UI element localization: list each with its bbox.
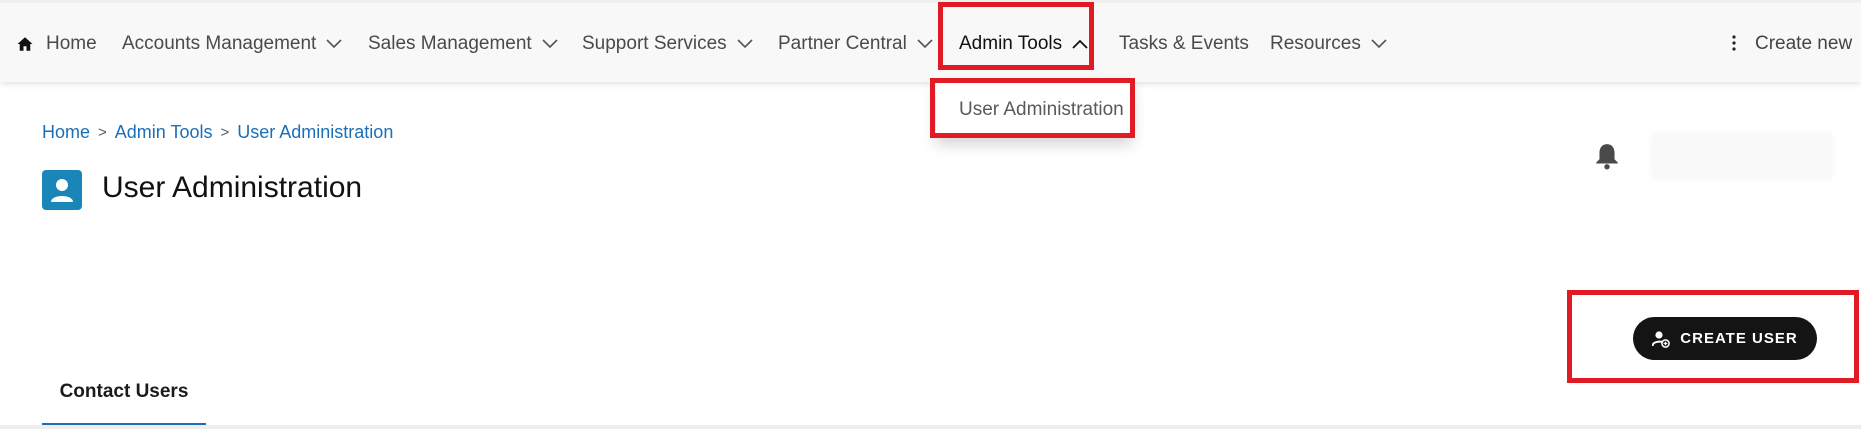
- nav-admin-tools[interactable]: Admin Tools: [959, 3, 1088, 85]
- top-nav: Home Accounts Management Sales Managemen…: [0, 0, 1861, 82]
- nav-admin-tools-label: Admin Tools: [959, 33, 1063, 54]
- tab-contact-users[interactable]: Contact Users: [42, 373, 206, 425]
- tab-contact-users-label: Contact Users: [59, 381, 189, 402]
- breadcrumb: Home > Admin Tools > User Administration: [42, 122, 393, 143]
- chevron-down-icon: [737, 39, 753, 49]
- dropdown-item-label: User Administration: [959, 99, 1124, 120]
- tab-active-indicator: [42, 423, 206, 425]
- chevron-up-icon: [1072, 39, 1088, 49]
- user-profile-area[interactable]: [1650, 132, 1835, 180]
- nav-support-services-label: Support Services: [582, 33, 727, 54]
- nav-home[interactable]: Home: [16, 3, 97, 85]
- chevron-down-icon: [542, 39, 558, 49]
- nav-tasks-events-label: Tasks & Events: [1119, 33, 1249, 54]
- nav-sales-management-label: Sales Management: [368, 33, 532, 54]
- nav-sales-management[interactable]: Sales Management: [368, 3, 558, 85]
- nav-partner-central[interactable]: Partner Central: [778, 3, 933, 85]
- bell-icon[interactable]: [1594, 142, 1620, 170]
- nav-accounts-management[interactable]: Accounts Management: [122, 3, 342, 85]
- create-user-label: CREATE USER: [1680, 330, 1798, 347]
- user-add-icon: [1652, 330, 1671, 348]
- breadcrumb-home[interactable]: Home: [42, 122, 90, 143]
- breadcrumb-user-administration[interactable]: User Administration: [237, 122, 393, 143]
- chevron-down-icon: [917, 39, 933, 49]
- chevron-down-icon: [326, 39, 342, 49]
- nav-accounts-management-label: Accounts Management: [122, 33, 317, 54]
- dropdown-item-user-administration[interactable]: User Administration: [936, 82, 1132, 138]
- nav-home-label: Home: [46, 33, 97, 54]
- create-new-button[interactable]: Create new: [1755, 3, 1852, 85]
- chevron-down-icon: [1371, 39, 1387, 49]
- breadcrumb-admin-tools[interactable]: Admin Tools: [115, 122, 213, 143]
- breadcrumb-separator: >: [220, 124, 230, 141]
- home-icon: [17, 37, 33, 51]
- nav-resources[interactable]: Resources: [1270, 3, 1387, 85]
- nav-resources-label: Resources: [1270, 33, 1361, 54]
- more-vertical-icon[interactable]: [1731, 35, 1737, 51]
- breadcrumb-separator: >: [98, 124, 107, 141]
- nav-partner-central-label: Partner Central: [778, 33, 907, 54]
- tabs-divider: [0, 425, 1861, 429]
- nav-tasks-events[interactable]: Tasks & Events: [1119, 3, 1249, 85]
- nav-support-services[interactable]: Support Services: [582, 3, 753, 85]
- create-user-button[interactable]: CREATE USER: [1633, 317, 1817, 360]
- page-title: User Administration: [102, 171, 363, 204]
- user-icon: [42, 170, 82, 210]
